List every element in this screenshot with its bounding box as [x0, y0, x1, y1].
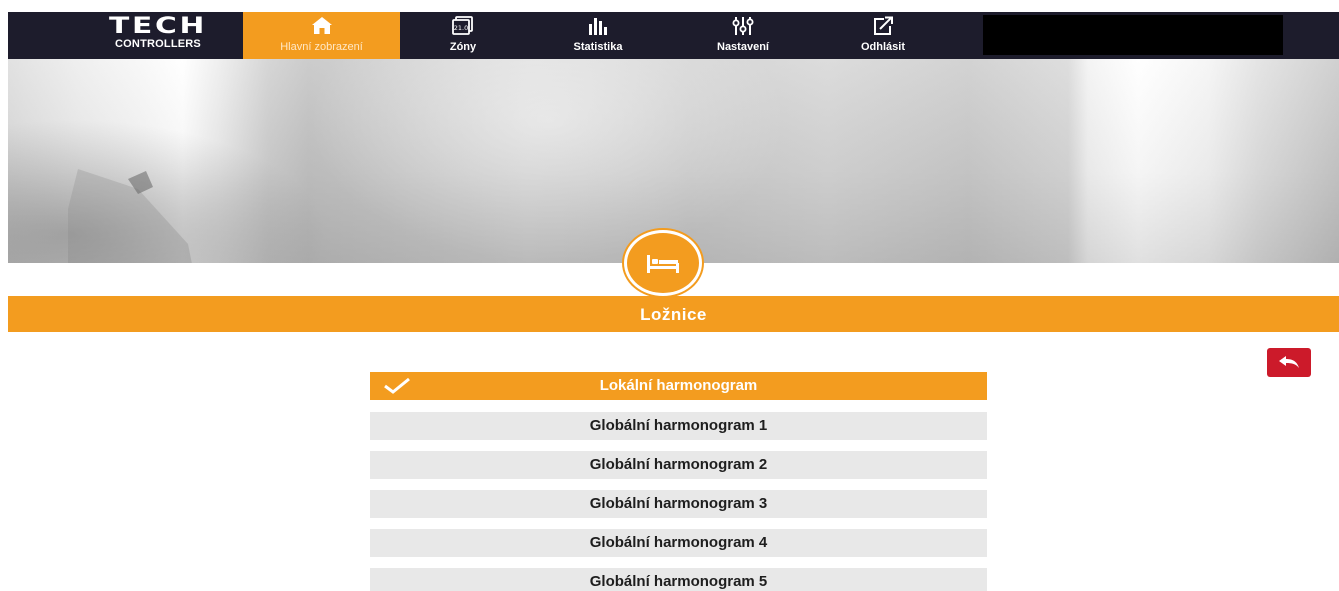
schedule-option-global-4[interactable]: Globální harmonogram 4: [370, 529, 987, 557]
nav-item-zones[interactable]: 21.0 Zóny: [428, 12, 498, 59]
nav-item-main-view[interactable]: Hlavní zobrazení: [243, 12, 400, 59]
logo-subtitle: CONTROLLERS: [115, 38, 201, 50]
home-icon: [311, 16, 333, 36]
zone-background-image: [8, 59, 1339, 263]
nav-label-statistics: Statistika: [573, 41, 623, 53]
schedule-option-local[interactable]: Lokální harmonogram: [370, 372, 987, 400]
schedule-label: Lokální harmonogram: [599, 377, 758, 394]
nav-label-zones: Zóny: [449, 41, 477, 53]
sliders-icon: [732, 16, 754, 36]
nav-item-logout[interactable]: Odhlásit: [843, 12, 923, 59]
schedule-option-global-1[interactable]: Globální harmonogram 1: [370, 412, 987, 440]
bed-icon: [647, 255, 679, 273]
svg-text:21.0: 21.0: [454, 24, 468, 32]
schedule-option-global-2[interactable]: Globální harmonogram 2: [370, 451, 987, 479]
schedule-label: Globální harmonogram 1: [589, 417, 768, 434]
user-info-area: [983, 15, 1283, 55]
nav-label-settings: Nastavení: [717, 41, 769, 53]
zone-display-icon: 21.0: [452, 16, 474, 36]
logo-mark: TECH: [108, 14, 208, 39]
schedule-label: Globální harmonogram 5: [589, 573, 768, 590]
nav-label-main-view: Hlavní zobrazení: [280, 41, 363, 53]
back-button[interactable]: [1267, 348, 1311, 377]
zone-title: Ložnice: [640, 305, 707, 324]
logout-icon: [872, 16, 894, 36]
tech-controllers-logo[interactable]: TECH CONTROLLERS: [88, 16, 228, 56]
hero-overlay: [8, 59, 1339, 263]
nav-label-logout: Odhlásit: [860, 41, 905, 53]
back-arrow-icon: [1279, 356, 1299, 368]
zone-icon-badge: [627, 233, 699, 293]
zone-title-bar: Ložnice: [8, 296, 1339, 332]
schedule-label: Globální harmonogram 2: [589, 456, 768, 473]
app-root: TECH CONTROLLERS Hlavní zobrazení 21.0 Z…: [0, 0, 1339, 591]
nav-item-settings[interactable]: Nastavení: [698, 12, 788, 59]
schedule-option-global-3[interactable]: Globální harmonogram 3: [370, 490, 987, 518]
nav-item-statistics[interactable]: Statistika: [553, 12, 643, 59]
bar-chart-icon: [587, 16, 609, 36]
top-navigation-bar: TECH CONTROLLERS Hlavní zobrazení 21.0 Z…: [8, 12, 1339, 59]
schedule-label: Globální harmonogram 3: [589, 495, 768, 512]
schedule-option-global-5[interactable]: Globální harmonogram 5: [370, 568, 987, 591]
schedule-label: Globální harmonogram 4: [589, 534, 768, 551]
